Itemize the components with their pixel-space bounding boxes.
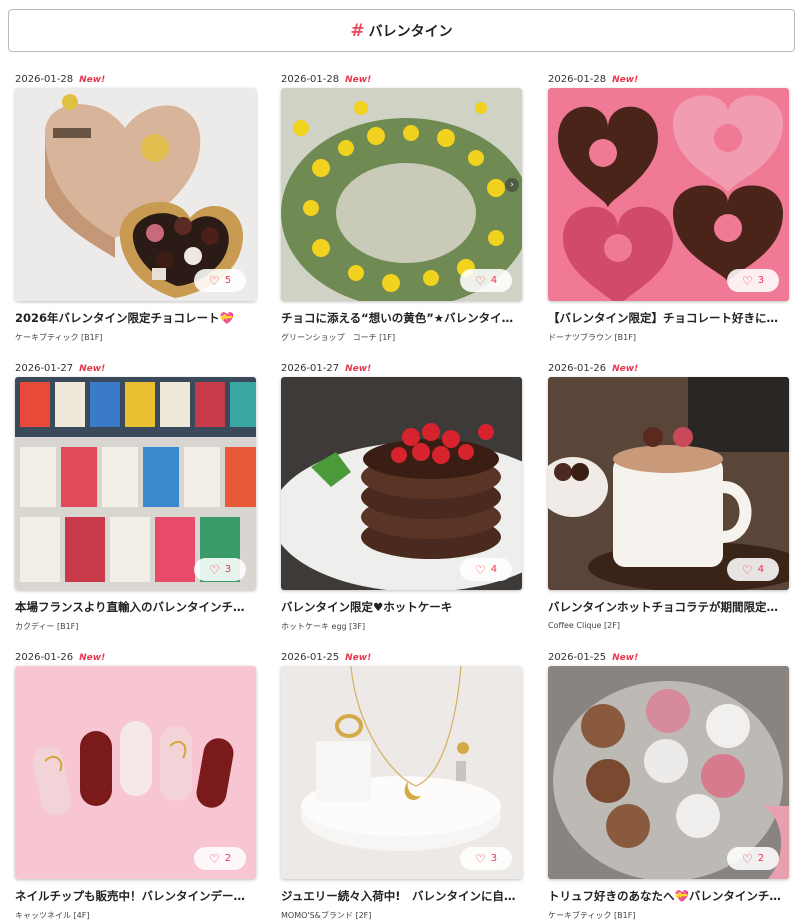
card-thumbnail[interactable]: ♡ 4	[548, 377, 789, 590]
heart-outline-icon: ♡	[474, 851, 486, 866]
new-badge: New!	[345, 652, 372, 663]
heart-outline-icon: ♡	[741, 851, 753, 866]
card-meta: 2026-01-26 New!	[548, 360, 789, 377]
heart-outline-icon: ♡	[208, 562, 220, 577]
card-thumbnail[interactable]: › ♡ 4	[281, 88, 522, 301]
like-count: 5	[224, 275, 232, 286]
card-title[interactable]: 本場フランスより直輸入のバレンタインチョコレート	[15, 599, 256, 615]
like-button[interactable]: ♡ 4	[460, 558, 512, 581]
card-thumbnail[interactable]: ♡ 2	[548, 666, 789, 879]
like-count: 3	[757, 275, 765, 286]
new-badge: New!	[79, 652, 106, 663]
card-title[interactable]: 2026年バレンタイン限定チョコレート💝	[15, 310, 256, 326]
like-count: 4	[490, 564, 498, 575]
card-meta: 2026-01-26 New!	[15, 649, 256, 666]
card-thumbnail[interactable]: ♡ 3	[281, 666, 522, 879]
article-card[interactable]: 2026-01-28 New! ♡ 5 2026年バレンタイン限定チョコレート💝…	[15, 71, 256, 343]
new-badge: New!	[79, 74, 106, 85]
card-thumbnail[interactable]: ♡ 3	[15, 377, 256, 590]
article-card[interactable]: 2026-01-26 New! ♡ 4 バレンタインホットチョコラテが期間限定で…	[548, 360, 789, 630]
card-meta: 2026-01-27 New!	[15, 360, 256, 377]
card-title[interactable]: バレンタインホットチョコラテが期間限定で販売中	[548, 599, 789, 615]
like-count: 4	[757, 564, 765, 575]
new-badge: New!	[345, 74, 372, 85]
shop-name: グリーンショップ コーチ [1F]	[281, 333, 396, 342]
card-meta: 2026-01-25 New!	[548, 649, 789, 666]
new-badge: New!	[345, 363, 372, 374]
card-thumbnail[interactable]: ♡ 2	[15, 666, 256, 879]
like-button[interactable]: ♡ 3	[460, 847, 512, 870]
like-count: 2	[224, 853, 232, 864]
heart-outline-icon: ♡	[741, 273, 753, 288]
tag-header[interactable]: # バレンタイン	[8, 9, 795, 52]
article-card[interactable]: 2026-01-27 New! ♡ 4 バレンタイン限定♥ホットケーキ ホットケ…	[281, 360, 522, 632]
post-date: 2026-01-27	[15, 363, 74, 374]
new-badge: New!	[612, 363, 639, 374]
article-card[interactable]: 2026-01-25 New! ♡ 2 トリュフ好きのあなたへ�	[548, 649, 789, 921]
card-thumbnail[interactable]: ♡ 4	[281, 377, 522, 590]
shop-name: ケーキブティック [B1F]	[548, 911, 636, 920]
like-count: 4	[490, 275, 498, 286]
like-button[interactable]: ♡ 2	[727, 847, 779, 870]
card-meta: 2026-01-27 New!	[281, 360, 522, 377]
like-count: 3	[490, 853, 498, 864]
like-button[interactable]: ♡ 2	[194, 847, 246, 870]
card-thumbnail[interactable]: ♡ 5	[15, 88, 256, 301]
card-meta: 2026-01-25 New!	[281, 649, 522, 666]
heart-outline-icon: ♡	[208, 273, 220, 288]
article-card[interactable]: 2026-01-25 New! ♡ 3 ジュエリー続々入荷中! バレンタインに自…	[281, 649, 522, 921]
card-title[interactable]: バレンタイン限定♥ホットケーキ	[281, 599, 522, 615]
new-badge: New!	[79, 363, 106, 374]
like-button[interactable]: ♡ 4	[727, 558, 779, 581]
new-badge: New!	[612, 74, 639, 85]
like-count: 3	[224, 564, 232, 575]
like-button[interactable]: ♡ 3	[727, 269, 779, 292]
post-date: 2026-01-26	[548, 363, 607, 374]
like-button[interactable]: ♡ 5	[194, 269, 246, 292]
card-title[interactable]: トリュフ好きのあなたへ💝バレンタインチョコレート	[548, 888, 789, 904]
shop-name: キャッツネイル [4F]	[15, 911, 90, 920]
post-date: 2026-01-25	[281, 652, 340, 663]
carousel-next-icon[interactable]: ›	[505, 178, 519, 192]
shop-name: Coffee Clique [2F]	[548, 621, 620, 630]
card-title[interactable]: ジュエリー続々入荷中! バレンタインに自分にも	[281, 888, 522, 904]
heart-outline-icon: ♡	[474, 562, 486, 577]
post-date: 2026-01-26	[15, 652, 74, 663]
like-count: 2	[757, 853, 765, 864]
card-title[interactable]: チョコに添える“想いの黄色”★バレンタインにミモザ	[281, 310, 522, 326]
card-meta: 2026-01-28 New!	[281, 71, 522, 88]
article-card[interactable]: 2026-01-26 New! ♡ 2 ネイルチップも販売中！バレンタインデート…	[15, 649, 256, 921]
like-button[interactable]: ♡ 4	[460, 269, 512, 292]
shop-name: ケーキブティック [B1F]	[15, 333, 103, 342]
heart-outline-icon: ♡	[741, 562, 753, 577]
post-date: 2026-01-28	[281, 74, 340, 85]
article-card[interactable]: 2026-01-28 New! ♡ 3 【バレンタイン限定】チョコレート好きにお…	[548, 71, 789, 343]
hashtag-icon: #	[350, 20, 365, 41]
card-title[interactable]: 【バレンタイン限定】チョコレート好きにおすすめ	[548, 310, 789, 326]
new-badge: New!	[612, 652, 639, 663]
post-date: 2026-01-27	[281, 363, 340, 374]
post-date: 2026-01-25	[548, 652, 607, 663]
tag-title: バレンタイン	[368, 23, 453, 40]
card-thumbnail[interactable]: ♡ 3	[548, 88, 789, 301]
post-date: 2026-01-28	[15, 74, 74, 85]
shop-name: カクディー [B1F]	[15, 622, 79, 631]
card-title[interactable]: ネイルチップも販売中！バレンタインデートに	[15, 888, 256, 904]
heart-outline-icon: ♡	[208, 851, 220, 866]
like-button[interactable]: ♡ 3	[194, 558, 246, 581]
article-card[interactable]: 2026-01-27 New! ♡ 3 本場フランスより直輸入のバレンタインチョ…	[15, 360, 256, 632]
card-meta: 2026-01-28 New!	[15, 71, 256, 88]
card-meta: 2026-01-28 New!	[548, 71, 789, 88]
shop-name: ホットケーキ egg [3F]	[281, 622, 366, 631]
heart-outline-icon: ♡	[474, 273, 486, 288]
article-card[interactable]: 2026-01-28 New! › ♡ 4 チョコに添える“想いの黄色”★バレン…	[281, 71, 522, 343]
shop-name: ドーナツブラウン [B1F]	[548, 333, 636, 342]
shop-name: MOMO'S&ブランド [2F]	[281, 911, 372, 920]
post-date: 2026-01-28	[548, 74, 607, 85]
